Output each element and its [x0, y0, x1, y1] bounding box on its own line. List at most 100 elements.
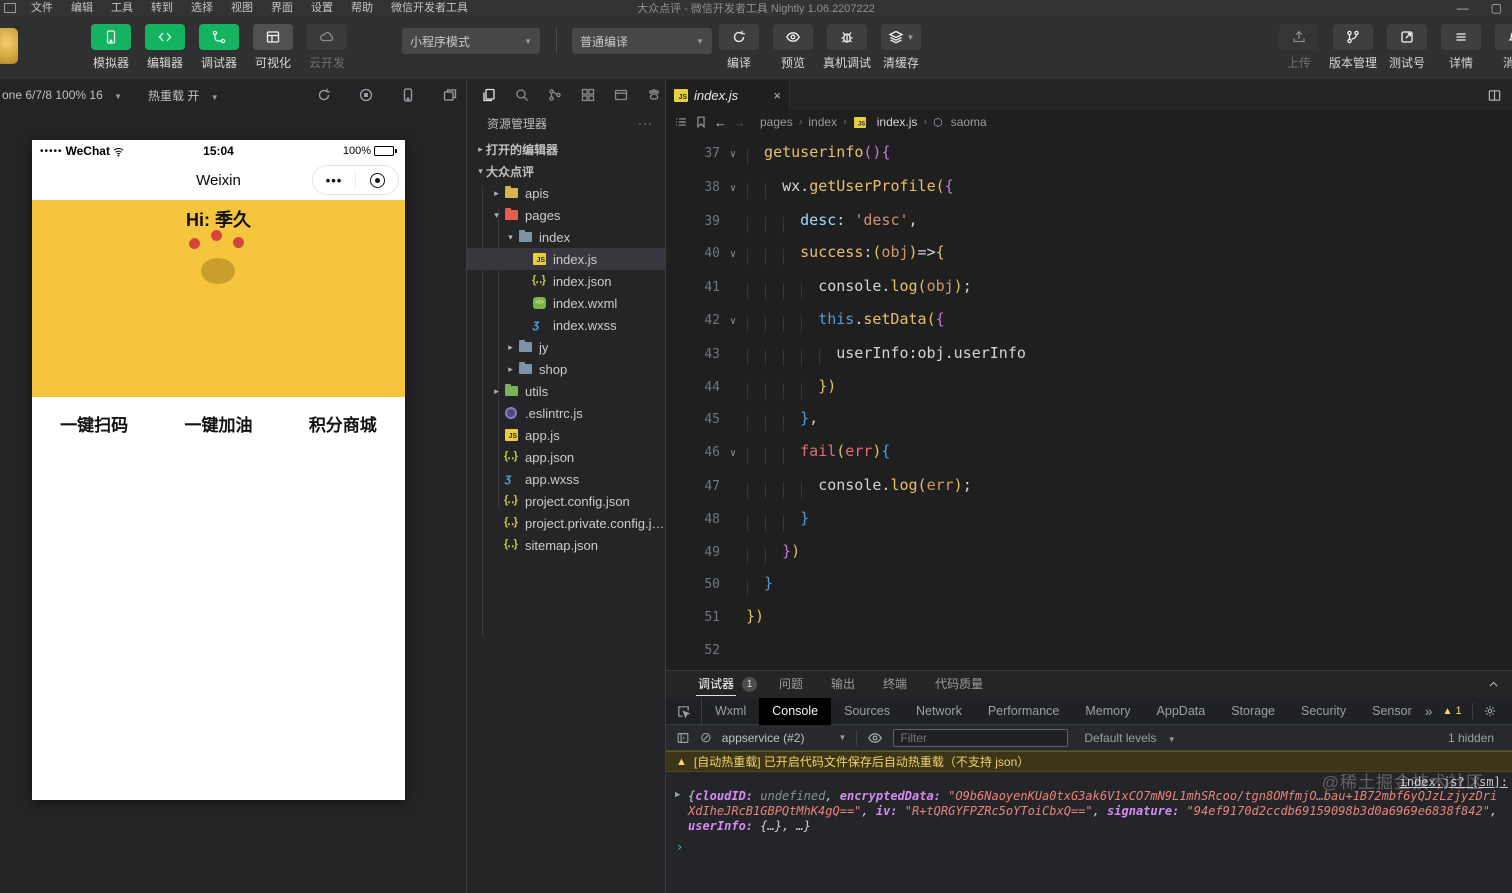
menu-文件[interactable]: 文件 — [22, 0, 62, 16]
log-object-preview[interactable]: {cloudID: undefined, encryptedData: "O9b… — [688, 789, 1504, 834]
panel-tab-调试器[interactable]: 调试器 — [684, 671, 748, 698]
devtools-tab-AppData[interactable]: AppData — [1144, 698, 1219, 725]
toolbar-button-消息[interactable]: 消息 — [1492, 24, 1512, 71]
tree-item-index.wxss[interactable]: ʒ index.wxss — [467, 314, 665, 336]
capsule-close-icon[interactable] — [356, 172, 398, 188]
hot-reload-toggle[interactable]: 热重载 开 ▼ — [148, 87, 219, 104]
tree-item-shop[interactable]: ▸ shop — [467, 358, 665, 380]
close-tab-icon[interactable]: × — [773, 88, 781, 103]
toolbar-button-模拟器[interactable]: 模拟器 — [88, 24, 134, 71]
panel-tab-代码质量[interactable]: 代码质量 — [921, 671, 997, 698]
log-levels-dropdown[interactable]: Default levels ▼ — [1084, 731, 1175, 745]
settings-gear-icon[interactable] — [1483, 704, 1497, 718]
code-line-41[interactable]: 41 console.log(obj); — [666, 271, 1512, 304]
tree-item-utils[interactable]: ▸ utils — [467, 380, 665, 402]
menu-视图[interactable]: 视图 — [222, 0, 262, 16]
minimize-icon[interactable]: — — [1457, 1, 1469, 15]
code-line-52[interactable]: 52 — [666, 634, 1512, 667]
fold-chevron-icon[interactable]: ∨ — [720, 438, 746, 470]
sim-device-icon[interactable] — [400, 87, 416, 103]
clear-console-icon[interactable]: ⊘ — [700, 729, 712, 746]
toolbar-button-预览[interactable]: 预览 — [770, 24, 816, 71]
menu-工具[interactable]: 工具 — [102, 0, 142, 16]
breadcrumb-item-index.js[interactable]: index.js — [877, 115, 918, 129]
tree-item-打开的编辑器[interactable]: ▸ 打开的编辑器 — [467, 138, 665, 160]
tree-item-app.js[interactable]: JS app.js — [467, 424, 665, 446]
devtools-tab-Network[interactable]: Network — [903, 698, 975, 725]
outline-icon[interactable] — [674, 115, 688, 129]
toolbar-button-可视化[interactable]: 可视化 — [250, 24, 296, 71]
devtools-tab-Security[interactable]: Security — [1288, 698, 1359, 725]
panel-tab-问题[interactable]: 问题 — [765, 671, 817, 698]
sim-multiwindow-icon[interactable] — [442, 87, 458, 103]
devtools-tab-Memory[interactable]: Memory — [1072, 698, 1143, 725]
fold-chevron-icon[interactable]: ∨ — [720, 306, 746, 338]
tree-item-sitemap.json[interactable]: {‥} sitemap.json — [467, 534, 665, 556]
explorer-more-icon[interactable]: ··· — [638, 116, 653, 130]
mode-dropdown[interactable]: 小程序模式 ▼ — [402, 28, 540, 54]
toolbar-button-云开发[interactable]: 云开发 — [304, 24, 350, 71]
tree-item-大众点评[interactable]: ▾ 大众点评 — [467, 160, 665, 182]
collapse-panel-icon[interactable] — [1487, 678, 1500, 691]
nav-forward-icon[interactable]: → — [733, 115, 746, 130]
paw-icon[interactable] — [646, 87, 662, 103]
mini-button-一键扫码[interactable]: 一键扫码 — [32, 411, 156, 436]
toolbar-button-编辑器[interactable]: 编辑器 — [142, 24, 188, 71]
tree-item-project.private.config.js...[interactable]: {‥} project.private.config.js... — [467, 512, 665, 534]
tree-item-app.wxss[interactable]: ʒ app.wxss — [467, 468, 665, 490]
filter-input[interactable] — [893, 728, 1069, 747]
devtools-tab-Console[interactable]: Console — [759, 697, 832, 725]
tree-item-.eslintrc.js[interactable]: .eslintrc.js — [467, 402, 665, 424]
toolbar-button-测试号[interactable]: 测试号 — [1384, 24, 1430, 71]
breadcrumb-item-index[interactable]: index — [808, 115, 837, 129]
more-tabs-icon[interactable]: » — [1425, 703, 1433, 719]
toolbar-button-真机调试[interactable]: 真机调试 — [823, 24, 871, 71]
toolbar-button-编译[interactable]: 编译 — [716, 24, 762, 71]
inspect-icon[interactable] — [676, 704, 691, 719]
tree-item-app.json[interactable]: {‥} app.json — [467, 446, 665, 468]
context-dropdown[interactable]: appservice (#2) ▼ — [722, 731, 847, 745]
kebab-menu-icon[interactable]: ⋮ — [1507, 703, 1512, 719]
code-line-44[interactable]: 44}) — [666, 371, 1512, 404]
code-line-37[interactable]: 37 ∨ getuserinfo(){ — [666, 137, 1512, 171]
code-line-50[interactable]: 50} — [666, 568, 1512, 601]
code-line-45[interactable]: 45}, — [666, 403, 1512, 436]
menu-编辑[interactable]: 编辑 — [62, 0, 102, 16]
capsule-menu-icon[interactable]: ••• — [313, 173, 355, 188]
split-editor-icon[interactable] — [1487, 88, 1502, 103]
grid-icon[interactable] — [580, 87, 596, 103]
console-prompt[interactable]: › — [666, 834, 1512, 854]
maximize-icon[interactable]: ▢ — [1491, 1, 1502, 15]
tree-item-index[interactable]: ▾ index — [467, 226, 665, 248]
toolbar-button-详情[interactable]: 详情 — [1438, 24, 1484, 71]
menu-转到[interactable]: 转到 — [142, 0, 182, 16]
menu-选择[interactable]: 选择 — [182, 0, 222, 16]
toolbar-button-上传[interactable]: 上传 — [1276, 24, 1322, 71]
expand-object-icon[interactable]: ▶ — [675, 788, 680, 803]
menu-帮助[interactable]: 帮助 — [342, 0, 382, 16]
code-line-46[interactable]: 46 ∨ fail(err){ — [666, 436, 1512, 470]
tree-item-index.wxml[interactable]: </> index.wxml — [467, 292, 665, 314]
sidebar-toggle-icon[interactable] — [676, 731, 690, 745]
toolbar-button-调试器[interactable]: 调试器 — [196, 24, 242, 71]
tree-item-project.config.json[interactable]: {‥} project.config.json — [467, 490, 665, 512]
devtools-tab-Sources[interactable]: Sources — [831, 698, 903, 725]
device-selector[interactable]: one 6/7/8 100% 16 ▼ — [2, 88, 122, 102]
devtools-tab-Sensor[interactable]: Sensor — [1359, 698, 1425, 725]
code-line-39[interactable]: 39 desc: 'desc', — [666, 205, 1512, 238]
code-line-47[interactable]: 47 console.log(err); — [666, 470, 1512, 503]
breadcrumb-item-saoma[interactable]: saoma — [951, 115, 987, 129]
devtools-tab-Performance[interactable]: Performance — [975, 698, 1073, 725]
tree-item-index.js[interactable]: JS index.js — [467, 248, 665, 270]
window-icon[interactable] — [613, 87, 629, 103]
user-avatar[interactable] — [0, 28, 18, 64]
nav-back-icon[interactable]: ← — [714, 115, 727, 130]
menu-设置[interactable]: 设置 — [302, 0, 342, 16]
breadcrumb-item-pages[interactable]: pages — [760, 115, 793, 129]
git-icon[interactable] — [547, 87, 563, 103]
user-profile-avatar[interactable] — [181, 228, 255, 302]
tree-item-index.json[interactable]: {‥} index.json — [467, 270, 665, 292]
tree-item-apis[interactable]: ▸ apis — [467, 182, 665, 204]
search-icon[interactable] — [514, 87, 530, 103]
menu-微信开发者工具[interactable]: 微信开发者工具 — [382, 0, 477, 16]
